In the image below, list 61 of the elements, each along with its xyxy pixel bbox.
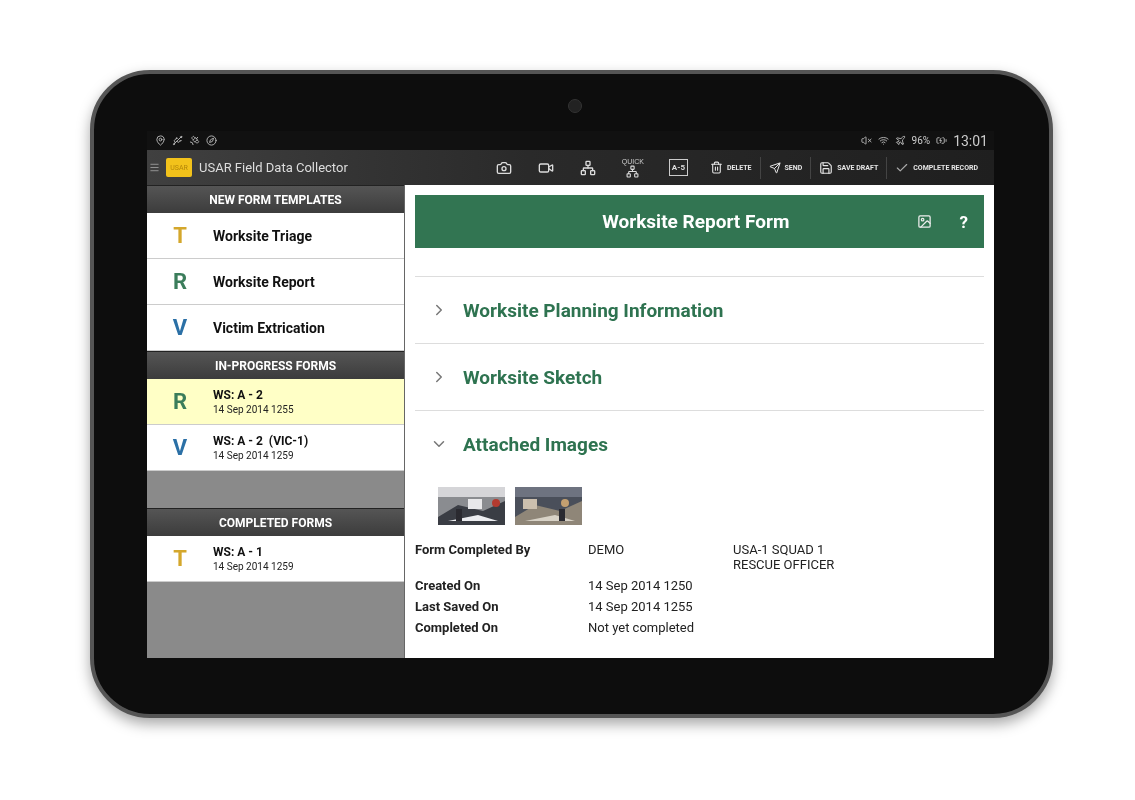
form-title: WS: A - 1	[213, 545, 264, 559]
collapsible-section[interactable]: Worksite Sketch	[415, 343, 984, 410]
form-date: 14 Sep 2014 1259	[213, 561, 294, 572]
form-list-item[interactable]: V Victim Extrication	[147, 305, 404, 351]
form-title: WS: A - 2	[213, 388, 264, 402]
battery-percent: 96%	[911, 135, 931, 146]
app-title: USAR Field Data Collector	[199, 160, 348, 175]
grid-reference-button[interactable]: A-5	[668, 159, 688, 176]
detail-label: Created On	[415, 578, 482, 593]
form-type-letter: T	[172, 223, 188, 248]
section-title: Worksite Sketch	[463, 365, 603, 389]
camera-button[interactable]	[495, 159, 512, 176]
send-icon	[768, 161, 781, 174]
detail-value: Not yet completed	[588, 620, 696, 635]
wifi-icon	[877, 135, 889, 146]
satellite-icon	[189, 135, 200, 146]
form-type-letter: T	[172, 546, 188, 571]
detail-label: Last Saved On	[415, 599, 500, 614]
menu-icon[interactable]	[149, 162, 160, 173]
form-date: 14 Sep 2014 1259	[213, 450, 295, 461]
form-list-item[interactable]: T WS: A - 1 14 Sep 2014 1259	[147, 536, 404, 582]
form-title: Victim Extrication	[213, 319, 325, 336]
section-header: NEW FORM TEMPLATES	[147, 185, 404, 213]
form-title: WS: A - 2 (VIC-1)	[213, 434, 309, 448]
collapsible-section[interactable]: Worksite Planning Information	[415, 276, 984, 343]
form-title: Worksite Report Form	[601, 210, 791, 233]
detail-label: Form Completed By	[415, 542, 532, 559]
image-icon[interactable]	[916, 214, 932, 229]
detail-extra: USA-1 SQUAD 1 RESCUE OFFICER	[733, 542, 836, 572]
location-icon	[155, 135, 166, 146]
form-list-item[interactable]: R Worksite Report	[147, 259, 404, 305]
detail-label: Completed On	[415, 620, 500, 635]
airplane-icon	[894, 135, 906, 146]
form-title: Worksite Report	[213, 273, 315, 290]
clock: 13:01	[953, 132, 988, 149]
section-title: Attached Images	[463, 432, 608, 456]
compass-icon	[206, 135, 217, 146]
form-type-letter: V	[171, 315, 189, 340]
section-header: COMPLETED FORMS	[147, 508, 404, 536]
detail-value: 14 Sep 2014 1255	[588, 599, 694, 614]
detail-value: 14 Sep 2014 1250	[588, 578, 694, 593]
collapsible-section[interactable]: Attached Images	[415, 410, 984, 477]
form-list-item[interactable]: V WS: A - 2 (VIC-1) 14 Sep 2014 1259	[147, 425, 404, 471]
camera-lens	[568, 99, 582, 113]
hierarchy-button[interactable]	[579, 159, 596, 176]
form-date: 14 Sep 2014 1255	[213, 404, 294, 415]
form-list-item[interactable]: R WS: A - 2 14 Sep 2014 1255	[147, 379, 404, 425]
section-header: IN-PROGRESS FORMS	[147, 351, 404, 379]
form-type-letter: V	[171, 435, 189, 460]
mute-icon	[860, 135, 872, 146]
form-type-letter: R	[171, 389, 189, 414]
save-icon	[819, 160, 834, 175]
form-list-item[interactable]: T Worksite Triage	[147, 213, 404, 259]
usb-icon	[172, 135, 183, 146]
help-button[interactable]: ?	[953, 210, 974, 233]
form-type-letter: R	[171, 269, 189, 294]
form-title: Worksite Triage	[213, 227, 312, 244]
section-title: Worksite Planning Information	[463, 298, 724, 322]
trash-icon	[710, 161, 723, 174]
battery-icon	[936, 135, 948, 146]
detail-value: DEMO	[588, 542, 626, 559]
